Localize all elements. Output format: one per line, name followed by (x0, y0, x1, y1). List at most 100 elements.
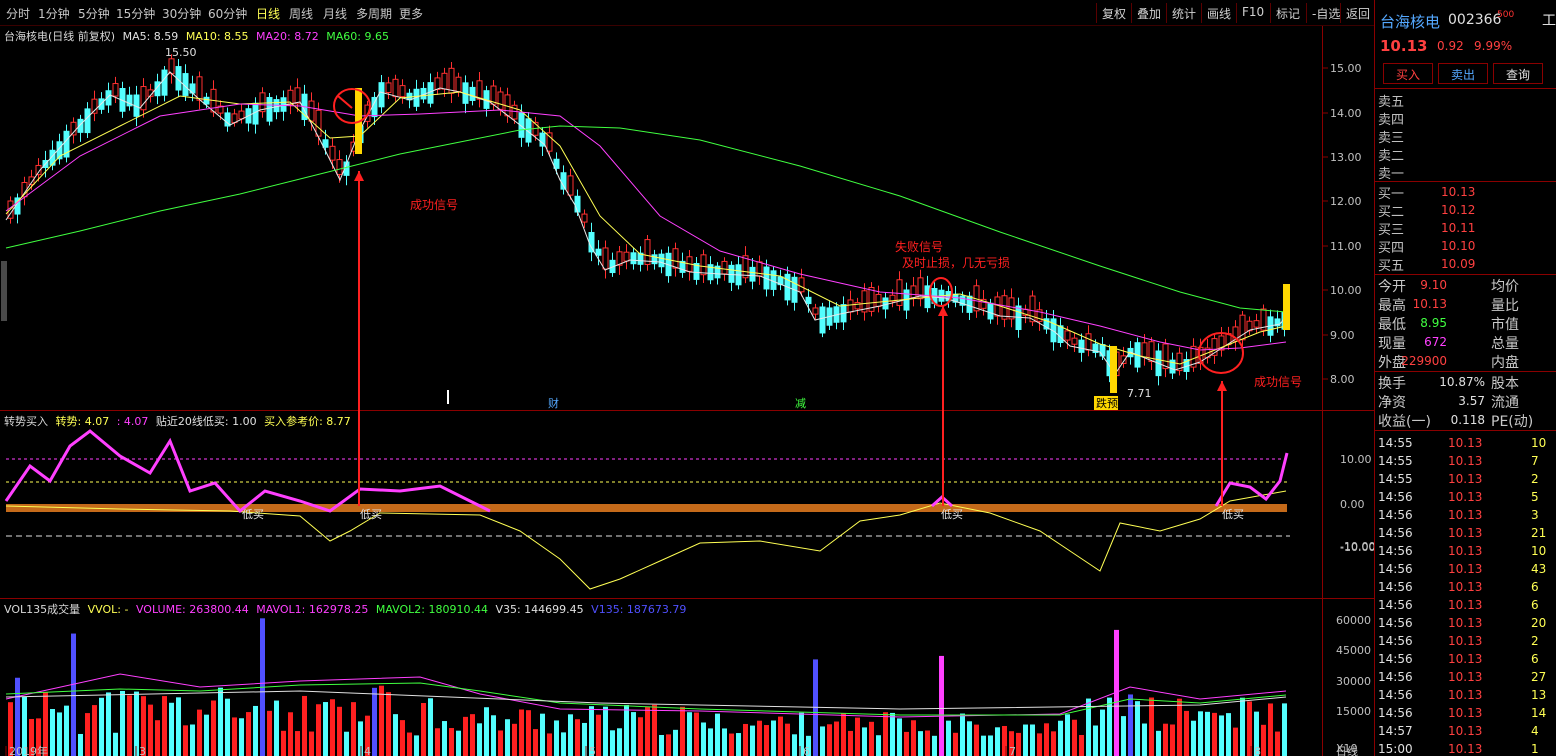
volume-bar (1086, 698, 1091, 756)
volume-bar (519, 709, 524, 756)
indicator-chart[interactable]: 10.000.00-10.00-10.00低买 低买 低买 低买 (0, 411, 1374, 599)
volume-chart[interactable]: 60000450003000015000X102019年 3 4 5 6 7 8 日线 (0, 599, 1374, 756)
bid-level-price: 10.10 (1441, 239, 1476, 253)
volume-bar (190, 724, 195, 756)
tick-p: 10.13 (1448, 472, 1483, 486)
main-kline-pane[interactable]: 15.00 14.00 13.00 12.00 11.00 10.00 9.00 8.00 15… (0, 26, 1374, 411)
ma5-label: MA5: 8.59 (122, 30, 179, 43)
period-tab-9[interactable]: 多周期 (356, 5, 392, 22)
volume-bar (1156, 730, 1161, 756)
volume-bar (1023, 724, 1028, 756)
volume-bar (820, 726, 825, 756)
x-label: 6 (803, 745, 810, 756)
bid-level-label: 买一 (1378, 187, 1405, 202)
period-tab-7[interactable]: 周线 (289, 5, 313, 22)
tick-p: 10.13 (1448, 598, 1483, 612)
tick-row: 14:56 10.13 3 (1378, 508, 1556, 526)
volume-bar (1177, 698, 1182, 756)
volume-bar (547, 733, 552, 756)
ma20-label: MA20: 8.72 (256, 30, 319, 43)
y-tick-label: 13.00 (1330, 151, 1362, 164)
period-tab-4[interactable]: 30分钟 (162, 5, 201, 22)
sell-button[interactable]: 卖出 (1438, 63, 1488, 84)
volume-bar (99, 697, 104, 756)
period-tab-3[interactable]: 15分钟 (116, 5, 155, 22)
volume-bar (1135, 701, 1140, 756)
ask-level-label: 卖二 (1378, 149, 1405, 164)
mavol1-label: MAVOL1: 162978.25 (256, 603, 369, 616)
period-tab-5[interactable]: 60分钟 (208, 5, 247, 22)
volume-bar (855, 717, 860, 756)
period-tab-1[interactable]: 1分钟 (38, 5, 70, 22)
volume-bar (736, 733, 741, 756)
volume-bar (743, 723, 748, 756)
near20-label: 贴近20线低买: 1.00 (155, 415, 257, 428)
stock-code-suffix: 500 (1497, 10, 1515, 20)
candle (581, 213, 588, 223)
volume-bar (316, 704, 321, 756)
candle (203, 96, 210, 105)
volume-bar (323, 702, 328, 756)
tick-v: 6 (1531, 652, 1539, 666)
x-label: 7 (1009, 745, 1016, 756)
volume-bar (1226, 713, 1231, 756)
candle (392, 78, 399, 98)
tick-t: 14:56 (1378, 526, 1413, 540)
volume-bar (1044, 723, 1049, 756)
tick-row: 14:56 10.13 20 (1378, 616, 1556, 634)
tick-v: 3 (1531, 508, 1539, 522)
volume-bar (526, 710, 531, 756)
volume-bar (1142, 723, 1147, 756)
volume-bar (148, 704, 153, 756)
toolbar-button-3[interactable]: 画线 (1201, 3, 1236, 23)
period-tab-8[interactable]: 月线 (323, 5, 347, 22)
tick-v: 1 (1531, 742, 1539, 756)
volume-bar (834, 721, 839, 756)
tick-v: 5 (1531, 490, 1539, 504)
candle (994, 296, 1001, 317)
kline-chart[interactable]: 15.00 14.00 13.00 12.00 11.00 10.00 9.00 8.00 15… (0, 26, 1374, 411)
candle (588, 232, 595, 253)
volume-pane[interactable]: 60000 45000 30000 15000 X10 2019年 3 4 5 6 7 8 日线 VOL… (0, 599, 1374, 756)
tick-t: 14:56 (1378, 508, 1413, 522)
tick-p: 10.13 (1448, 652, 1483, 666)
main-legend: 台海核电(日线 前复权) MA5: 8.59 MA10: 8.55 MA20: … (4, 28, 393, 44)
query-button[interactable]: 查询 (1493, 63, 1543, 84)
volume-bar (295, 731, 300, 756)
x-label: 4 (364, 745, 371, 756)
period-tab-10[interactable]: 更多 (399, 5, 423, 22)
period-tab-2[interactable]: 5分钟 (78, 5, 110, 22)
tick-t: 14:56 (1378, 580, 1413, 594)
volume-bar (197, 709, 202, 756)
candle (700, 254, 707, 276)
volume-bar (778, 716, 783, 756)
toolbar-button-0[interactable]: 复权 (1096, 3, 1131, 23)
toolbar-button-1[interactable]: 叠加 (1131, 3, 1166, 23)
buy-button[interactable]: 买入 (1383, 63, 1433, 84)
tick-p: 10.13 (1448, 454, 1483, 468)
tick-v: 2 (1531, 634, 1539, 648)
bid-level-price: 10.13 (1441, 185, 1476, 199)
quote-panel: 台海核电 002366 500 工 10.13 0.92 9.99% 买入 卖出… (1374, 0, 1556, 756)
volume-title: VOL135成交量 (4, 603, 81, 616)
volume-bar (1191, 720, 1196, 756)
volume-bar (988, 735, 993, 756)
volume-bar (85, 713, 90, 756)
toolbar-button-7[interactable]: 返回 (1340, 3, 1375, 23)
volume-bar (897, 718, 902, 756)
toolbar-button-2[interactable]: 统计 (1166, 3, 1201, 23)
tick-t: 15:00 (1378, 742, 1413, 756)
volume-bar (78, 733, 83, 756)
candle (231, 113, 238, 124)
volume-bar (50, 709, 55, 756)
period-tab-0[interactable]: 分时 (6, 5, 30, 22)
volume-bar (694, 712, 699, 756)
period-tab-6[interactable]: 日线 (256, 5, 280, 22)
toolbar-button-4[interactable]: F10 (1236, 3, 1269, 23)
stat-value: 0.118 (1450, 413, 1485, 427)
volume-bar (645, 707, 650, 756)
divider (1375, 88, 1556, 89)
indicator-pane[interactable]: 10.00 0.00 -10.00 -10.00 低买 低买 低买 低买 转势买入 转势: 4… (0, 411, 1374, 599)
volume-bar (967, 721, 972, 756)
toolbar-button-5[interactable]: 标记 (1270, 3, 1305, 23)
